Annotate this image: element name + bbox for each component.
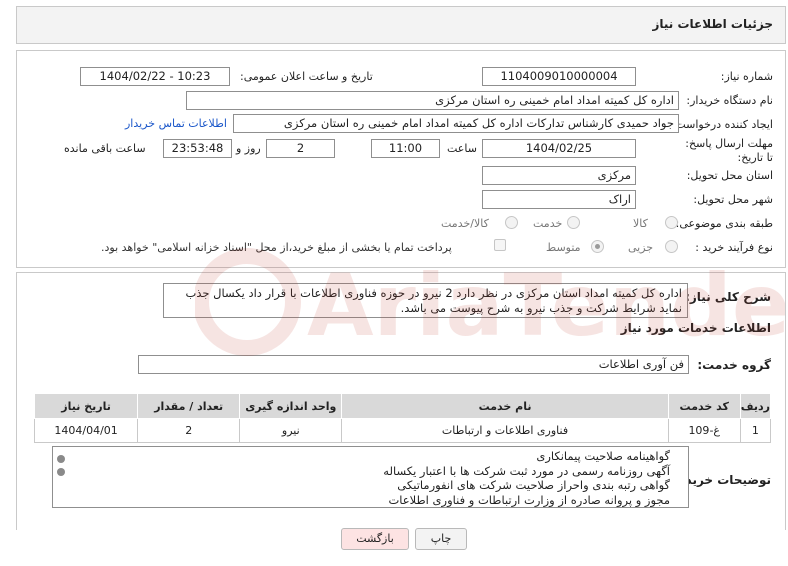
- buyer-note-line: مجوز و پروانه صادره از وزارت ارتباطات و …: [388, 492, 670, 507]
- purchase-radio-medium[interactable]: [591, 240, 604, 253]
- buyer-org-label: نام دستگاه خریدار:: [686, 94, 773, 107]
- col-unit: واحد اندازه گیری: [239, 393, 343, 419]
- description-label: شرح کلی نیاز:: [685, 290, 771, 304]
- description-text[interactable]: اداره کل کمیته امداد استان مرکزی در نظر …: [163, 283, 688, 318]
- city-label: شهر محل تحویل:: [693, 193, 773, 206]
- requester-label: ایجاد کننده درخواست:: [671, 118, 773, 131]
- buyer-note-line: گواهی رتبه بندی واحراز صلاحیت شرکت های ا…: [397, 478, 670, 492]
- requester-field[interactable]: جواد حمیدی کارشناس تدارکات اداره کل کمیت…: [233, 114, 679, 133]
- cell-need-date: 1404/04/01: [33, 418, 139, 443]
- days-and-label: روز و: [236, 142, 261, 155]
- deadline-time-field[interactable]: 11:00: [371, 139, 440, 158]
- scroll-dot-icon: [57, 468, 65, 476]
- page-header: جزئیات اطلاعات نیاز: [16, 6, 786, 44]
- category-goods-service-label: کالا/خدمت: [441, 217, 489, 230]
- deadline-date-field[interactable]: 1404/02/25: [482, 139, 636, 158]
- scroll-dot-icon: [57, 455, 65, 463]
- buyer-contact-link[interactable]: اطلاعات تماس خریدار: [125, 117, 227, 130]
- notes-scrollbar[interactable]: [55, 449, 67, 505]
- province-field[interactable]: مرکزی: [482, 166, 636, 185]
- col-service-name: نام خدمت: [341, 393, 669, 419]
- services-table: ردیف کد خدمت نام خدمت واحد اندازه گیری ت…: [33, 393, 772, 443]
- announce-datetime-label: تاریخ و ساعت اعلان عمومی:: [240, 70, 373, 83]
- purchase-medium-label: متوسط: [546, 241, 581, 254]
- purchase-type-label: نوع فرآیند خرید :: [695, 241, 773, 254]
- deadline-time-label: ساعت: [447, 142, 477, 155]
- purchase-radio-minor[interactable]: [665, 240, 678, 253]
- buyer-note-line: گواهینامه صلاحیت پیمانکاری: [536, 449, 670, 463]
- back-button[interactable]: بازگشت: [341, 528, 409, 550]
- services-info-heading: اطلاعات خدمات مورد نیاز: [620, 321, 771, 335]
- table-header-row: ردیف کد خدمت نام خدمت واحد اندازه گیری ت…: [33, 393, 772, 419]
- category-goods-label: کالا: [633, 217, 648, 230]
- category-radio-goods[interactable]: [665, 216, 678, 229]
- category-service-label: خدمت: [533, 217, 563, 230]
- treasury-payment-checkbox[interactable]: [494, 239, 506, 251]
- table-row: 1 غ-109 فناوری اطلاعات و ارتباطات نیرو 2…: [33, 418, 772, 443]
- col-service-code: کد خدمت: [667, 393, 741, 419]
- deadline-label: مهلت ارسال پاسخ: تا تاریخ:: [685, 137, 773, 164]
- service-group-label: گروه خدمت:: [697, 358, 771, 372]
- remaining-time-field[interactable]: 23:53:48: [163, 139, 232, 158]
- col-quantity: تعداد / مقدار: [137, 393, 241, 419]
- category-label: طبقه بندی موضوعی:: [675, 217, 773, 230]
- cell-row-number: 1: [739, 418, 772, 443]
- cell-service-name: فناوری اطلاعات و ارتباطات: [341, 418, 669, 443]
- buyer-notes-text[interactable]: گواهینامه صلاحیت پیمانکاری آگهی روزنامه …: [52, 446, 689, 508]
- province-label: استان محل تحویل:: [686, 169, 773, 182]
- treasury-payment-note: پرداخت تمام یا بخشی از مبلغ خرید،از محل …: [101, 241, 452, 254]
- days-field[interactable]: 2: [266, 139, 335, 158]
- remaining-label: ساعت باقی مانده: [64, 142, 146, 155]
- cell-service-code: غ-109: [667, 418, 741, 443]
- category-radio-goods-service[interactable]: [505, 216, 518, 229]
- need-number-field[interactable]: 1104009010000004: [482, 67, 636, 86]
- col-row-number: ردیف: [739, 393, 772, 419]
- print-button[interactable]: چاپ: [415, 528, 467, 550]
- buyer-org-field[interactable]: اداره کل کمیته امداد امام خمینی ره استان…: [186, 91, 679, 110]
- col-need-date: تاریخ نیاز: [33, 393, 139, 419]
- announce-datetime-field[interactable]: 1404/02/22 - 10:23: [80, 67, 230, 86]
- category-radio-service[interactable]: [567, 216, 580, 229]
- city-field[interactable]: اراک: [482, 190, 636, 209]
- need-number-label: شماره نیاز:: [720, 70, 773, 83]
- service-group-field[interactable]: فن آوری اطلاعات: [138, 355, 689, 374]
- cell-unit: نیرو: [239, 418, 343, 443]
- page-title: جزئیات اطلاعات نیاز: [652, 17, 773, 31]
- buyer-note-line: آگهی روزنامه رسمی در مورد ثبت شرکت ها با…: [383, 463, 670, 478]
- cell-quantity: 2: [137, 418, 241, 443]
- purchase-minor-label: جزیی: [628, 241, 654, 254]
